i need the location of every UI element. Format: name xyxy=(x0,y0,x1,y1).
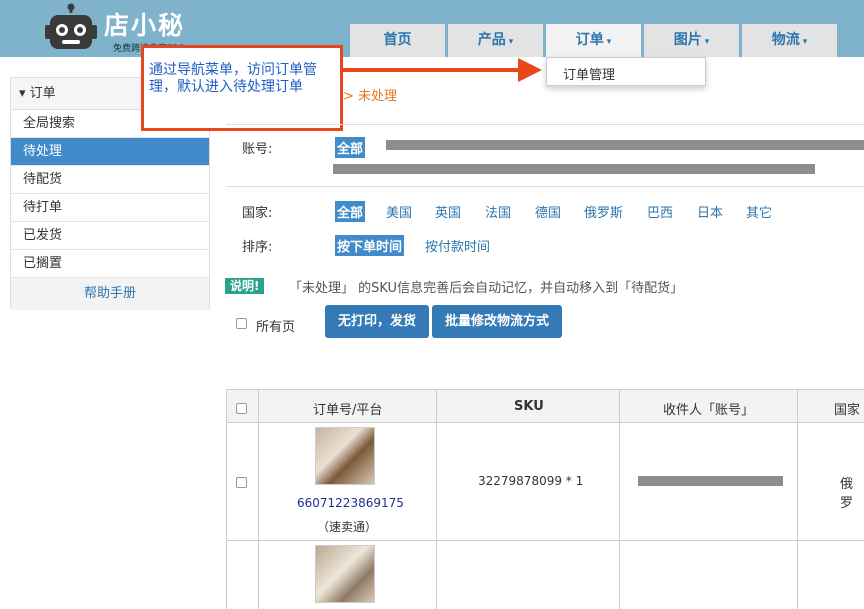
all-pages-label: 所有页 xyxy=(256,320,296,335)
annotation-text: 通过导航菜单，访问订单管理，默认进入待处理订单 xyxy=(149,62,317,95)
orders-dropdown-menu: 订单管理 xyxy=(546,57,706,86)
arrow-right-icon xyxy=(518,58,542,82)
product-thumbnail[interactable] xyxy=(315,427,375,485)
country-filter-us[interactable]: 美国 xyxy=(386,202,412,221)
country-filter-all[interactable]: 全部 xyxy=(335,201,366,222)
country-filter-ru[interactable]: 俄罗斯 xyxy=(584,202,623,221)
nav-tab-logistics[interactable]: 物流 ▾ xyxy=(742,24,837,57)
product-thumbnail[interactable] xyxy=(315,545,375,603)
nav-tab-home[interactable]: 首页 xyxy=(350,24,445,57)
country-filter-fr[interactable]: 法国 xyxy=(485,202,511,221)
divider xyxy=(797,389,798,609)
account-filter-all[interactable]: 全部 xyxy=(335,137,366,158)
robot-logo-icon xyxy=(45,3,97,49)
column-header-recipient: 收件人「账号」 xyxy=(663,403,755,418)
column-header-country: 国家 xyxy=(834,403,861,418)
country-cell: 俄罗 xyxy=(840,477,854,511)
sidebar-item-to-pick[interactable]: 待配货 xyxy=(11,166,209,194)
country-filter-jp[interactable]: 日本 xyxy=(697,202,723,221)
account-label: 账号: xyxy=(242,142,273,157)
logo-text: 店小秘 xyxy=(104,11,186,40)
order-platform: （速卖通） xyxy=(317,520,378,534)
note-badge: 说明! xyxy=(225,278,265,294)
sidebar-item-on-hold[interactable]: 已搁置 xyxy=(11,250,209,278)
annotation-callout: 通过导航菜单，访问订单管理，默认进入待处理订单 xyxy=(141,45,343,131)
chevron-down-icon: ▾ xyxy=(606,37,612,47)
column-header-order-no: 订单号/平台 xyxy=(313,403,383,418)
country-filter-de[interactable]: 德国 xyxy=(535,202,561,221)
select-all-checkbox[interactable] xyxy=(236,403,247,414)
note-text: 「未处理」 的SKU信息完善后会自动记忆，并自动移入到「待配货」 xyxy=(289,281,684,296)
top-header: 店小秘 免费跨境电商ERP 首页 产品▾ 订单▾ 图片▾ 物流▾ xyxy=(0,0,864,57)
caret-down-icon: ▾ xyxy=(19,86,26,101)
redacted-accounts xyxy=(386,140,864,150)
divider xyxy=(226,389,227,609)
country-label: 国家: xyxy=(242,206,273,221)
redacted-accounts xyxy=(333,164,815,174)
divider xyxy=(226,389,864,390)
divider xyxy=(436,389,437,609)
sort-by-order-time[interactable]: 按下单时间 xyxy=(335,235,405,256)
country-filter-other[interactable]: 其它 xyxy=(746,202,772,221)
country-filter-uk[interactable]: 英国 xyxy=(435,202,461,221)
sku-cell: 32279878099 * 1 xyxy=(478,474,584,488)
sidebar-item-shipped[interactable]: 已发货 xyxy=(11,222,209,250)
order-number-link[interactable]: 66071223869175 xyxy=(297,496,404,510)
column-header-sku: SKU xyxy=(514,399,544,414)
help-manual-link[interactable]: 帮助手册 xyxy=(11,278,209,310)
annotation-arrow-line xyxy=(343,68,521,72)
divider xyxy=(619,389,620,609)
country-filter-br[interactable]: 巴西 xyxy=(647,202,673,221)
sort-by-payment-time[interactable]: 按付款时间 xyxy=(425,236,490,255)
divider xyxy=(226,186,864,187)
batch-modify-logistics-button[interactable]: 批量修改物流方式 xyxy=(432,305,562,338)
sidebar-item-pending[interactable]: 待处理 xyxy=(11,138,209,166)
menu-item-order-management[interactable]: 订单管理 xyxy=(563,64,615,83)
redacted-recipient xyxy=(638,476,783,486)
nav-tab-images[interactable]: 图片 ▾ xyxy=(644,24,739,57)
chevron-down-icon: ▾ xyxy=(704,37,710,47)
divider xyxy=(258,389,259,609)
breadcrumb: > 未处理 xyxy=(343,89,398,104)
sidebar-item-to-print[interactable]: 待打单 xyxy=(11,194,209,222)
row-checkbox[interactable] xyxy=(236,477,247,488)
chevron-down-icon: ▾ xyxy=(802,37,808,47)
all-pages-checkbox[interactable] xyxy=(236,318,247,329)
divider xyxy=(226,540,864,541)
sort-label: 排序: xyxy=(242,240,273,255)
nav-tab-orders[interactable]: 订单 ▾ xyxy=(546,24,641,57)
nav-tab-products[interactable]: 产品 ▾ xyxy=(448,24,543,57)
ship-without-print-button[interactable]: 无打印，发货 xyxy=(325,305,429,338)
chevron-down-icon: ▾ xyxy=(508,37,514,47)
